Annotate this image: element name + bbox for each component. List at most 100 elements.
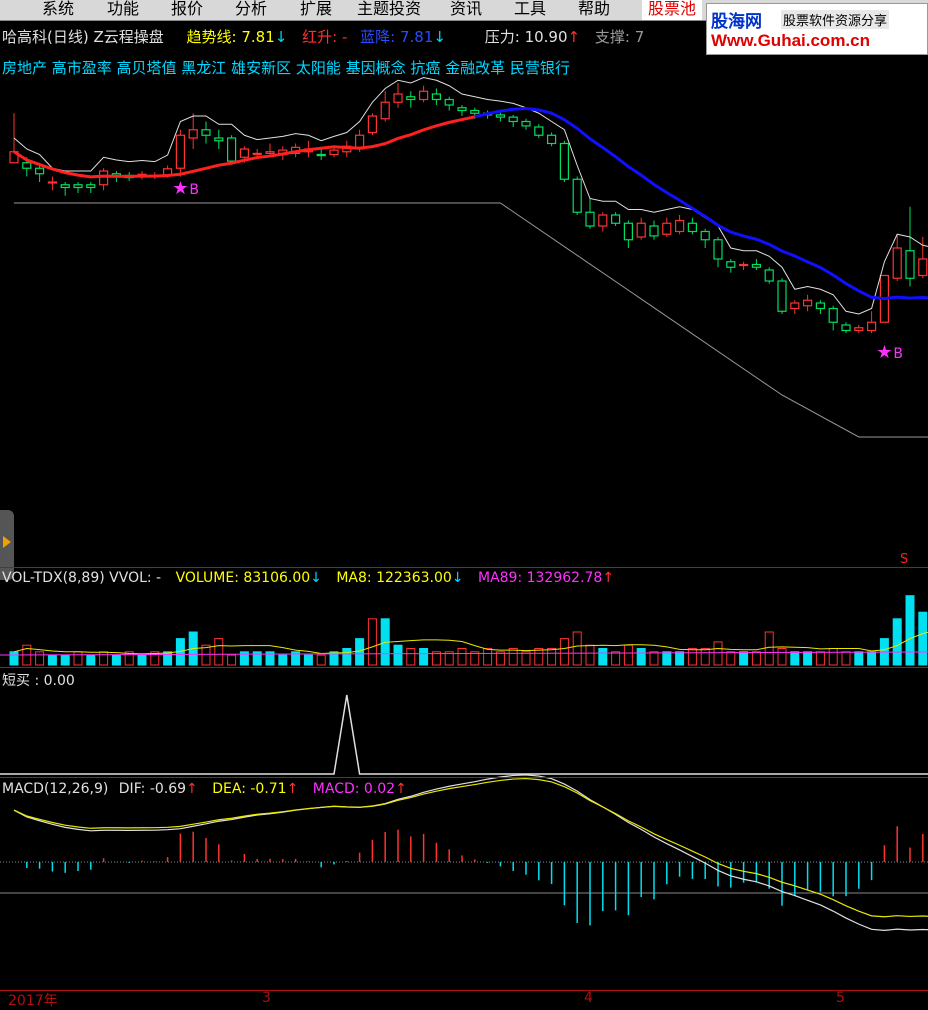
- candle-body: [598, 214, 608, 227]
- volume-bar: [227, 654, 237, 666]
- candle-body: [815, 302, 826, 310]
- candle-body: [738, 263, 749, 267]
- candle-body: [188, 129, 198, 139]
- volume-bar: [367, 618, 377, 666]
- dif-up-arrow: ↑: [186, 781, 198, 797]
- dif-value: DIF: -0.69: [118, 781, 187, 797]
- date-label-2017: 2017年: [8, 993, 58, 1009]
- candle-body: [380, 101, 390, 120]
- volume-bar: [316, 654, 326, 666]
- volume-bar: [662, 651, 672, 666]
- candle-body: [572, 178, 582, 213]
- volume-bar: [700, 648, 710, 666]
- candle-body: [674, 219, 685, 233]
- macd-dif-line: [13, 774, 928, 931]
- date-label-5: 5: [836, 990, 845, 1006]
- separator-date-axis: [0, 990, 928, 991]
- support-line: [14, 202, 928, 438]
- short-buy-line: [0, 694, 928, 775]
- candle-body: [98, 170, 109, 186]
- vol-title: VOL-TDX(8,89): [2, 570, 105, 586]
- volume-bar: [713, 641, 723, 666]
- volume-bar: [623, 644, 633, 666]
- volume-bar: [854, 651, 864, 666]
- dea-up-arrow: ↑: [286, 781, 299, 797]
- kline-chart[interactable]: ★ B★ BS: [0, 0, 928, 1006]
- candle-body: [444, 98, 454, 106]
- candle-body: [546, 134, 557, 145]
- buy-marker-label: B: [893, 346, 903, 362]
- candle-body: [329, 149, 339, 156]
- candle-body: [406, 96, 416, 101]
- volume-bar: [636, 648, 646, 666]
- volume-bar: [111, 654, 121, 666]
- candle-body: [866, 321, 877, 332]
- buy-star-icon: ★: [172, 178, 188, 199]
- volume-bar: [764, 631, 774, 666]
- candle-body: [47, 181, 58, 184]
- candle-body: [367, 115, 377, 134]
- candle-body: [726, 261, 736, 268]
- candle-body: [713, 239, 723, 260]
- volume-bar: [687, 648, 697, 666]
- volume-bar: [918, 611, 928, 666]
- candle-body: [700, 230, 710, 241]
- candle-body: [790, 302, 800, 310]
- volume-bar: [163, 651, 173, 666]
- candle-body: [559, 142, 570, 180]
- vvol-value: VVOL: -: [109, 570, 162, 586]
- date-label-3: 3: [262, 990, 271, 1006]
- volume-bar: [905, 595, 915, 666]
- volume-bar: [60, 654, 70, 666]
- ma89-up-arrow: ↑: [602, 570, 615, 586]
- candle-body: [649, 225, 659, 237]
- buy-star-icon: ★: [876, 342, 892, 363]
- ma8-value: MA8: 122363.00: [336, 570, 452, 586]
- volume-value: VOLUME: 83106.00: [175, 570, 311, 586]
- volume-bar: [649, 651, 659, 666]
- volume-bar: [214, 638, 224, 666]
- candle-body: [252, 152, 262, 156]
- volume-bar: [86, 654, 96, 666]
- volume-bar: [35, 651, 45, 666]
- candle-body: [457, 107, 467, 112]
- candle-body: [470, 109, 480, 114]
- volume-bar: [508, 648, 518, 666]
- volume-bar: [726, 651, 736, 666]
- volume-bar: [406, 648, 416, 666]
- candle-body: [495, 114, 505, 118]
- separator-price-vol: [0, 567, 928, 568]
- vol-panel-header: VOL-TDX(8,89) VVOL: - VOLUME: 83106.00↓ …: [2, 570, 614, 586]
- volume-bar: [457, 648, 467, 666]
- volume-ma8-line: [13, 631, 928, 655]
- volume-bar: [547, 648, 557, 666]
- candle-body: [623, 222, 634, 241]
- volume-down-arrow: ↓: [310, 570, 322, 586]
- volume-bar: [483, 648, 493, 666]
- trend-line-blue: [474, 107, 928, 301]
- candle-body: [841, 324, 851, 332]
- volume-bar: [419, 648, 429, 666]
- volume-bar: [867, 651, 877, 666]
- candle-body: [393, 93, 403, 103]
- volume-bar: [559, 638, 569, 666]
- volume-bar: [534, 648, 544, 666]
- macd-dea-line: [13, 777, 928, 918]
- volume-bar: [137, 654, 147, 666]
- volume-bar: [790, 651, 800, 666]
- sell-marker-label: S: [900, 552, 908, 567]
- candle-body: [316, 153, 326, 157]
- candle-body: [585, 211, 595, 227]
- candle-body: [777, 280, 787, 312]
- candle-body: [175, 134, 185, 169]
- volume-bar: [393, 644, 403, 666]
- volume-bar: [739, 651, 749, 666]
- candle-body: [214, 137, 224, 142]
- candle-body: [73, 184, 83, 189]
- dea-value: DEA: -0.71: [212, 781, 287, 797]
- candle-body: [687, 222, 698, 233]
- candle-body: [431, 93, 441, 101]
- candle-body: [892, 247, 902, 279]
- date-label-4: 4: [584, 990, 593, 1006]
- candle-body: [802, 299, 813, 307]
